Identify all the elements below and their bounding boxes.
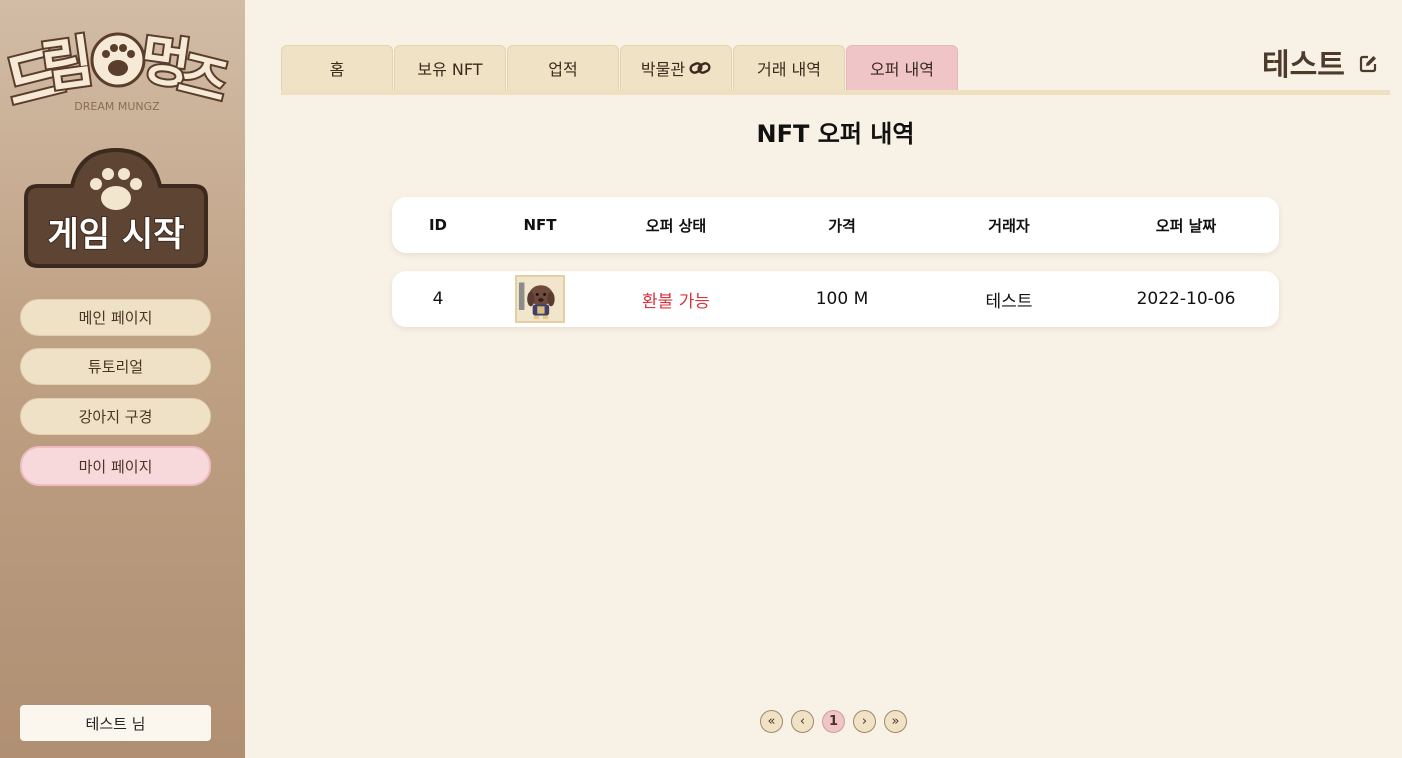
sidebar-item-my-page[interactable]: 마이 페이지 bbox=[20, 446, 211, 486]
page-1-button[interactable]: 1 bbox=[822, 710, 845, 733]
sidebar-item-tutorial[interactable]: 튜토리얼 bbox=[20, 348, 211, 385]
svg-text:DREAM MUNGZ: DREAM MUNGZ bbox=[74, 100, 160, 113]
cell-nft[interactable] bbox=[515, 271, 565, 327]
sidebar-item-browse-dogs[interactable]: 강아지 구경 bbox=[20, 398, 211, 435]
cell-id: 4 bbox=[432, 289, 444, 309]
prev-page-button[interactable]: ‹ bbox=[791, 710, 814, 733]
cell-trader: 테스트 bbox=[985, 291, 1033, 312]
next-page-button[interactable]: › bbox=[853, 710, 876, 733]
column-header-date: 오퍼 날짜 bbox=[1155, 216, 1217, 235]
page-title: NFT 오퍼 내역 bbox=[756, 120, 915, 148]
dream-mungz-logo[interactable]: 드 림 멍 즈 DREAM MUNGZ bbox=[2, 6, 232, 116]
svg-text:게임 시작: 게임 시작 bbox=[48, 215, 185, 255]
cell-offer-date: 2022-10-06 bbox=[1136, 289, 1236, 309]
column-header-nft: NFT bbox=[523, 216, 557, 234]
game-start-button[interactable]: 게임 시작 bbox=[20, 146, 212, 270]
sidebar: 드 림 멍 즈 DREAM MUNGZ 게임 시작 메인 페이지 튜토리얼 강아… bbox=[0, 0, 245, 758]
dog-nft-thumbnail[interactable] bbox=[515, 275, 565, 323]
table-header: ID NFT 오퍼 상태 가격 거래자 오퍼 날짜 bbox=[392, 197, 1279, 253]
main-content: NFT 오퍼 내역 bbox=[281, 0, 1390, 758]
column-header-trader: 거래자 bbox=[988, 216, 1030, 235]
column-header-status: 오퍼 상태 bbox=[645, 216, 707, 235]
cell-offer-status: 환불 가능 bbox=[642, 291, 710, 312]
table-row[interactable]: 4 환불 가능 100 M 테스트 2022-10-06 bbox=[392, 271, 1279, 327]
cell-price: 100 M bbox=[815, 289, 869, 309]
column-header-price: 가격 bbox=[828, 216, 856, 235]
user-greeting: 테스트 님 bbox=[20, 705, 211, 741]
column-header-id: ID bbox=[428, 216, 448, 234]
pagination: « ‹ 1 › » bbox=[760, 710, 907, 733]
last-page-button[interactable]: » bbox=[884, 710, 907, 733]
sidebar-item-main-page[interactable]: 메인 페이지 bbox=[20, 299, 211, 336]
svg-text:림: 림 bbox=[38, 29, 98, 101]
first-page-button[interactable]: « bbox=[760, 710, 783, 733]
